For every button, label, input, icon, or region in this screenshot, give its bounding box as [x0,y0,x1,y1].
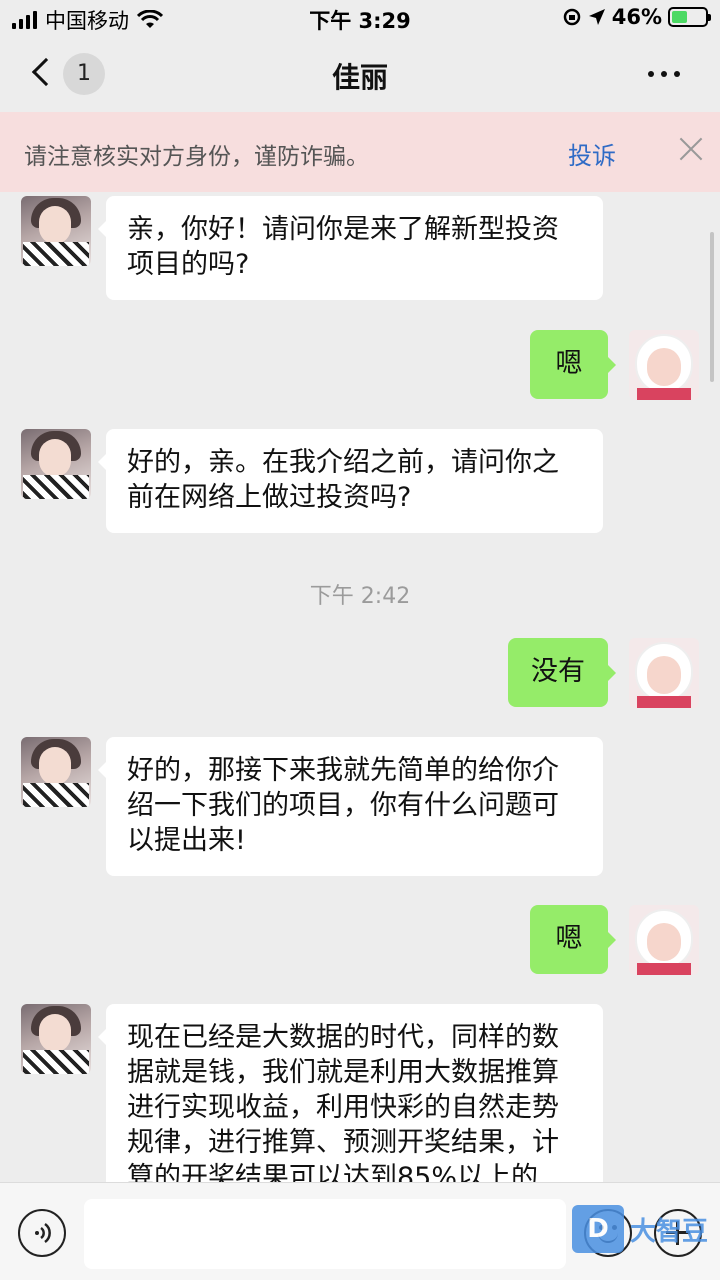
message-bubble-outgoing[interactable]: 嗯 [530,330,616,399]
contact-avatar[interactable] [21,429,91,499]
battery-percent: 46% [611,5,662,29]
fraud-warning-banner: 请注意核实对方身份，谨防诈骗。 投诉 [0,112,720,192]
status-bar: 中国移动 下午 3:29 46% [0,0,720,36]
chat-title: 佳丽 [331,61,388,94]
watermark: D 大智豆 [572,1204,708,1254]
message-bubble-incoming[interactable]: 亲，你好！请问你是来了解新型投资 项目的吗? [98,196,603,300]
chat-history[interactable]: 亲，你好！请问你是来了解新型投资 项目的吗? 嗯 好的，亲。在我介绍之前，请问你… [0,192,720,1182]
time-divider: 下午 2:42 [309,584,411,609]
voice-icon[interactable] [18,1209,66,1257]
watermark-text: 大智豆 [630,1216,709,1247]
voice-wave-icon [35,1222,51,1244]
complain-link[interactable]: 投诉 [568,136,616,171]
contact-avatar[interactable] [21,196,91,266]
close-icon[interactable] [678,136,704,162]
more-dots-icon[interactable] [648,71,680,77]
message-bubble-incoming[interactable]: 现在已经是大数据的时代，同样的数 据就是钱，我们就是利用大数据推算 进行实现收益… [98,1004,603,1182]
message-input[interactable] [84,1199,566,1269]
message-bubble-incoming[interactable]: 好的，亲。在我介绍之前，请问你之 前在网络上做过投资吗? [98,429,603,533]
self-avatar[interactable] [629,638,699,708]
contact-avatar[interactable] [21,737,91,807]
battery-level [672,11,687,23]
scrollbar[interactable] [710,232,714,382]
self-avatar[interactable] [629,330,699,400]
location-icon [588,9,605,25]
message-bubble-incoming[interactable]: 好的，那接下来我就先简单的给你介 绍一下我们的项目，你有什么问题可 以提出来! [98,737,603,876]
message-bubble-outgoing[interactable]: 嗯 [530,905,616,974]
self-avatar[interactable] [629,905,699,975]
warning-text: 请注意核实对方身份，谨防诈骗。 [24,144,369,170]
battery-icon [668,7,711,27]
watermark-logo: D [572,1205,624,1253]
message-bubble-outgoing[interactable]: 没有 [508,638,616,707]
nav-bar: 1 佳丽 [0,36,720,112]
contact-avatar[interactable] [21,1004,91,1074]
rotation-lock-icon [563,8,580,26]
status-right: 46% [562,5,711,29]
